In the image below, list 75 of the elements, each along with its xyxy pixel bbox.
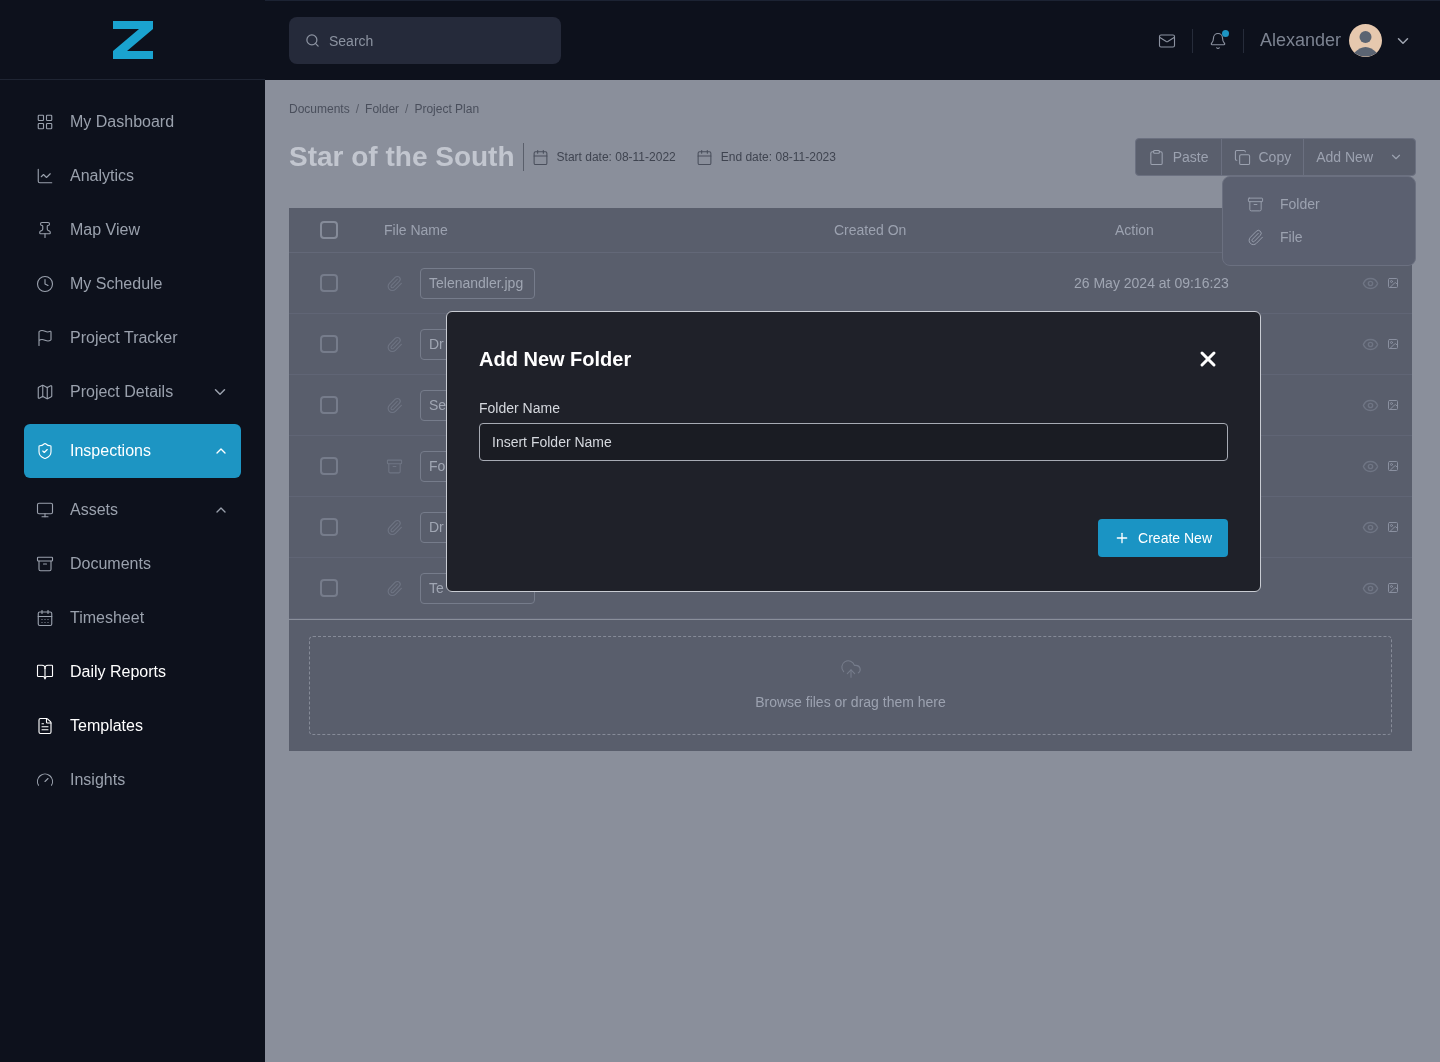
- sidebar-item[interactable]: Assets: [24, 488, 241, 532]
- breadcrumb-separator: /: [354, 101, 361, 118]
- image-icon[interactable]: [1387, 521, 1399, 533]
- sidebar-item[interactable]: Project Details: [24, 370, 241, 414]
- column-header: Created On: [834, 220, 908, 240]
- bell-icon[interactable]: [1208, 31, 1227, 50]
- sidebar-item[interactable]: Project Tracker: [24, 316, 241, 360]
- image-icon[interactable]: [1387, 460, 1399, 472]
- user-name[interactable]: Alexander: [1259, 27, 1341, 54]
- grid-icon: [36, 113, 54, 131]
- sidebar-item[interactable]: Timesheet: [24, 596, 241, 640]
- checkbox[interactable]: [320, 579, 338, 597]
- sidebar-item[interactable]: Templates: [24, 704, 241, 748]
- avatar[interactable]: [1349, 24, 1382, 57]
- checkbox[interactable]: [320, 518, 338, 536]
- clock-icon: [36, 275, 54, 293]
- calendar-icon: [695, 148, 713, 166]
- upload-dropzone[interactable]: Browse files or drag them here: [309, 636, 1392, 735]
- menu-item[interactable]: File: [1247, 227, 1391, 248]
- shield-icon: [36, 442, 54, 460]
- breadcrumb-link[interactable]: Folder: [365, 100, 400, 118]
- checkbox[interactable]: [320, 396, 338, 414]
- column-header: Action: [1115, 220, 1154, 240]
- calendar-icon: [531, 148, 549, 166]
- image-icon[interactable]: [1387, 338, 1399, 350]
- breadcrumb-link[interactable]: Documents: [289, 100, 350, 118]
- copy-button[interactable]: Copy: [1220, 139, 1304, 175]
- monitor-icon: [36, 501, 54, 519]
- archive-box-icon: [36, 555, 54, 573]
- calendar-icon: [36, 609, 54, 627]
- book-icon: [36, 663, 54, 681]
- modal-title: Add New Folder: [479, 347, 632, 372]
- checkbox[interactable]: [320, 335, 338, 353]
- pin-icon: [36, 221, 54, 239]
- flag-icon: [36, 329, 54, 347]
- field-label: Folder Name: [479, 399, 561, 418]
- page-title: Star of the South: [289, 140, 515, 174]
- breadcrumb-separator: /: [404, 101, 410, 118]
- column-header: File Name: [384, 220, 449, 240]
- end-date: End date: 08-11-2023: [720, 149, 836, 166]
- sidebar-item[interactable]: Documents: [24, 542, 241, 586]
- paperclip-icon: [1247, 229, 1264, 246]
- create-new-button[interactable]: Create New: [1098, 519, 1228, 557]
- upload-icon: [839, 658, 862, 680]
- add-new-button[interactable]: Add New: [1303, 139, 1415, 175]
- sidebar-item[interactable]: Insights: [24, 758, 241, 802]
- image-icon[interactable]: [1387, 277, 1399, 289]
- checkbox[interactable]: [320, 457, 338, 475]
- map-icon: [36, 383, 54, 401]
- sidebar-item[interactable]: My Dashboard: [24, 100, 241, 144]
- folder-name-field[interactable]: Insert Folder Name: [479, 423, 1228, 461]
- search-icon: [305, 33, 320, 48]
- start-date: Start date: 08-11-2022: [556, 149, 676, 166]
- gauge-icon: [36, 771, 54, 789]
- archive-box-icon: [386, 457, 403, 475]
- search-field[interactable]: Search: [289, 17, 561, 64]
- image-icon[interactable]: [1387, 399, 1399, 411]
- sidebar-item[interactable]: Inspections: [24, 424, 241, 478]
- sidebar-item[interactable]: Daily Reports: [24, 650, 241, 694]
- checkbox[interactable]: [320, 274, 338, 292]
- archive-box-icon: [1247, 196, 1264, 213]
- clipboard-icon: [1147, 148, 1165, 166]
- line-chart-icon: [36, 167, 54, 185]
- breadcrumb-link[interactable]: Project Plan: [414, 100, 480, 118]
- file-name-chip[interactable]: Telenandler.jpg: [420, 267, 535, 299]
- sidebar-item[interactable]: My Schedule: [24, 262, 241, 306]
- created-date: 26 May 2024 at 09:16:23: [1074, 273, 1230, 293]
- copy-icon: [1233, 148, 1251, 166]
- mail-icon[interactable]: [1157, 31, 1176, 50]
- document-icon: [36, 717, 54, 735]
- checkbox[interactable]: [320, 221, 338, 239]
- sidebar-item[interactable]: Analytics: [24, 154, 241, 198]
- sidebar-item[interactable]: Map View: [24, 208, 241, 252]
- logo-icon: [110, 18, 155, 61]
- image-icon[interactable]: [1387, 582, 1399, 594]
